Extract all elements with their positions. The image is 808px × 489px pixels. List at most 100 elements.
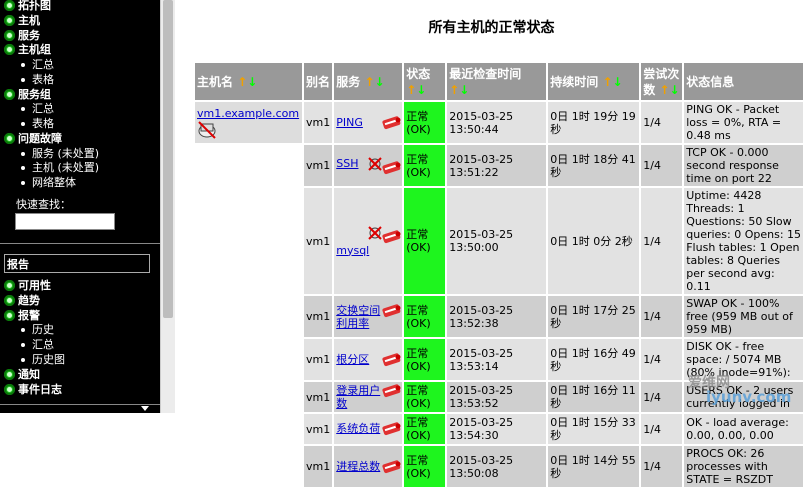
nav-item-label: 历史 [32, 323, 54, 337]
service-cell: 系统负荷 [334, 414, 403, 444]
attempts-cell: 1/4 [641, 102, 683, 143]
status-cell: 正常 (OK) [404, 339, 446, 380]
host-cell [195, 382, 302, 412]
nav-item-label: 事件日志 [18, 382, 62, 396]
sort-icon[interactable]: ↑↓ [659, 83, 679, 97]
service-tool-icon[interactable] [382, 459, 401, 474]
sort-icon[interactable]: ↑↓ [449, 83, 469, 97]
bullet-icon [4, 29, 15, 41]
attempts-cell: 1/4 [641, 145, 683, 186]
nav-item-label: 网络整体 [32, 176, 76, 189]
status-cell: 正常 (OK) [404, 188, 446, 294]
alias-cell: vm1 [304, 339, 333, 380]
alias-cell: vm1 [304, 382, 333, 412]
table-row: vm1 系统负荷 正常 (OK) 2015-03-25 13:54:30 0日 1时 1… [195, 414, 804, 444]
duration-cell: 0日 1时 0分 2秒 [548, 188, 640, 294]
last-check-cell: 2015-03-25 13:52:38 [447, 296, 547, 337]
sort-icon[interactable]: ↑↓ [406, 83, 426, 97]
status-info-cell: PROCS OK: 26 processes with STATE = RSZD… [684, 446, 804, 487]
status-info-cell: PING OK - Packet loss = 0%, RTA = 0.48 m… [684, 102, 804, 143]
service-link[interactable]: SSH [336, 157, 358, 170]
table-row: vm1 SSH 正常 (OK) 2015-03-25 13:51:22 0日 1时 18… [195, 145, 804, 186]
service-link[interactable]: PING [336, 116, 363, 129]
service-status-table: 主机名 ↑↓ 别名 服务 ↑↓ 状态 ↑↓ 最近检查时间 ↑↓ 持续时间 ↑↓ … [193, 61, 805, 489]
column-header-service[interactable]: 服务 ↑↓ [334, 63, 403, 100]
duration-cell: 0日 1时 16分 11秒 [548, 382, 640, 412]
bullet-icon [4, 383, 15, 395]
status-info-cell: TCP OK - 0.000 second response time on p… [684, 145, 804, 186]
service-cell: 根分区 [334, 339, 403, 380]
dot-icon [21, 63, 25, 67]
nav-item-label: 主机 [18, 13, 40, 27]
host-link[interactable]: vm1.example.com [197, 107, 299, 120]
divider [0, 243, 160, 244]
host-cell [195, 339, 302, 380]
service-link[interactable]: 根分区 [336, 353, 369, 366]
host-disabled-icon[interactable] [197, 120, 216, 139]
status-info-cell: Uptime: 4428 Threads: 1 Questions: 50 Sl… [684, 188, 804, 294]
notifications-disabled-icon[interactable] [368, 156, 382, 174]
column-header-last-check[interactable]: 最近检查时间 ↑↓ [447, 63, 547, 100]
service-tool-icon[interactable] [382, 160, 401, 175]
dot-icon [21, 77, 25, 82]
attempts-cell: 1/4 [641, 446, 683, 487]
service-link[interactable]: 系统负荷 [336, 422, 380, 435]
alias-cell: vm1 [304, 145, 333, 186]
column-header-duration[interactable]: 持续时间 ↑↓ [548, 63, 640, 100]
service-tool-icon[interactable] [382, 229, 401, 244]
host-cell [195, 296, 302, 337]
last-check-cell: 2015-03-25 13:51:22 [447, 145, 547, 186]
attempts-cell: 1/4 [641, 339, 683, 380]
sort-icon[interactable]: ↑↓ [237, 75, 257, 89]
host-cell [195, 446, 302, 487]
nav-item-label: 汇总 [32, 102, 54, 116]
nav-item-label: 趋势 [18, 293, 40, 307]
service-tool-icon[interactable] [382, 352, 401, 367]
nav-item-label: 历史图 [32, 353, 65, 366]
nav-item-label: 主机 (未处置) [32, 161, 100, 175]
dot-icon [21, 151, 25, 156]
dot-icon [21, 358, 25, 362]
bullet-icon [4, 309, 15, 321]
service-tool-icon[interactable] [382, 115, 401, 130]
table-row: vm1 mysql 正常 (OK) 2015-03-25 13:50:00 0日 1时 … [195, 188, 804, 294]
service-tool-icon[interactable] [382, 422, 401, 436]
alias-cell: vm1 [304, 102, 333, 143]
nav-item-label: 主机组 [18, 43, 51, 57]
column-header-status[interactable]: 状态 ↑↓ [404, 63, 446, 100]
service-link[interactable]: 交换空间利用率 [336, 304, 380, 330]
nav-item-label: 服务组 [18, 87, 51, 101]
page-title: 所有主机的正常状态 [428, 20, 555, 36]
duration-cell: 0日 1时 19分 19秒 [548, 102, 640, 143]
service-tool-icon[interactable] [382, 384, 401, 398]
column-header-alias: 别名 [304, 63, 333, 100]
scroll-down-icon[interactable] [141, 406, 149, 411]
service-link[interactable]: mysql [336, 244, 369, 257]
alias-cell: vm1 [304, 446, 333, 487]
column-header-host[interactable]: 主机名 ↑↓ [195, 63, 302, 100]
bullet-icon [4, 88, 15, 100]
sidebar-scrollbar[interactable] [160, 0, 175, 413]
status-cell: 正常 (OK) [404, 446, 446, 487]
scrollbar-thumb[interactable] [163, 0, 173, 318]
attempts-cell: 1/4 [641, 382, 683, 412]
column-header-attempts[interactable]: 尝试次数 ↑↓ [641, 63, 683, 100]
service-cell: PING [334, 102, 403, 143]
nav-item-label: 服务 (未处置) [32, 146, 100, 160]
service-tool-icon[interactable] [382, 303, 401, 318]
last-check-cell: 2015-03-25 13:54:30 [447, 414, 547, 444]
sort-icon[interactable]: ↑↓ [364, 75, 384, 89]
sort-icon[interactable]: ↑↓ [602, 75, 622, 89]
service-cell: 登录用户数 [334, 382, 403, 412]
status-cell: 正常 (OK) [404, 296, 446, 337]
last-check-cell: 2015-03-25 13:53:52 [447, 382, 547, 412]
dot-icon [21, 107, 25, 112]
service-link[interactable]: 登录用户数 [336, 384, 380, 410]
quick-search-input[interactable] [15, 213, 115, 230]
service-cell: 进程总数 [334, 446, 403, 487]
column-header-info: 状态信息 [684, 63, 804, 100]
service-link[interactable]: 进程总数 [336, 460, 380, 473]
duration-cell: 0日 1时 16分 49秒 [548, 339, 640, 380]
notifications-disabled-icon[interactable] [368, 225, 382, 243]
nav-item-label: 问题故障 [18, 131, 62, 145]
